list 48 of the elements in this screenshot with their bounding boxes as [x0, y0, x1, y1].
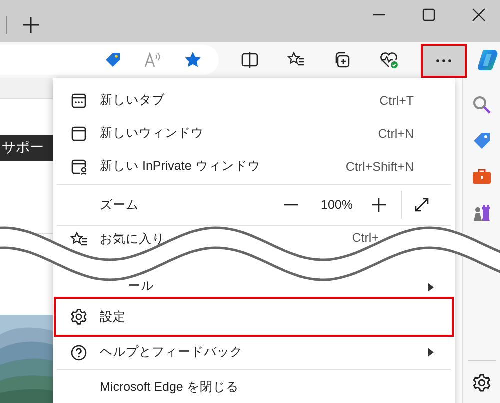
- banner-label: サポー: [0, 135, 53, 161]
- menu-item-label: ズーム: [100, 196, 139, 214]
- menu-item-label: Microsoft Edge を閉じる: [100, 378, 239, 396]
- window-icon: [70, 124, 88, 142]
- private-window-icon: [70, 158, 88, 176]
- maximize-icon[interactable]: [422, 8, 436, 22]
- zoom-level: 100%: [321, 198, 353, 212]
- shortcut-label: Ctrl+T: [380, 94, 414, 108]
- menu-item[interactable]: 新しいタブ Ctrl+T: [54, 84, 454, 117]
- tag-icon[interactable]: [104, 51, 122, 69]
- close-icon[interactable]: [472, 8, 486, 22]
- shortcut-label: Ctrl+Shift+N: [346, 160, 414, 174]
- tag-icon[interactable]: [472, 131, 492, 151]
- menu-item-label[interactable]: お気に入り: [100, 231, 165, 248]
- menu-item[interactable]: 新しい InPrivate ウィンドウ Ctrl+Shift+N: [54, 150, 454, 183]
- tab-icon: [70, 92, 88, 110]
- settings-icon[interactable]: [472, 373, 492, 393]
- shortcut-label: Ctrl+N: [378, 126, 414, 140]
- menu-item[interactable]: Microsoft Edge を閉じる: [54, 371, 454, 403]
- submenu-arrow-icon: [428, 348, 434, 357]
- menu-item-label: 設定: [100, 308, 126, 326]
- collections-icon[interactable]: [333, 51, 352, 69]
- toolbox-icon[interactable]: [472, 167, 492, 187]
- shortcut-label: Ctrl+: [352, 231, 379, 245]
- address-bar[interactable]: [0, 45, 220, 75]
- fullscreen-icon[interactable]: [414, 197, 430, 213]
- menu-item-label: 新しいウィンドウ: [100, 125, 204, 142]
- copilot-icon[interactable]: [476, 48, 500, 72]
- help-icon: [70, 344, 88, 362]
- new-tab-icon[interactable]: [22, 16, 40, 34]
- star-icon[interactable]: [184, 51, 202, 69]
- submenu-arrow-icon: [428, 283, 434, 292]
- split-screen-icon[interactable]: [241, 51, 260, 69]
- menu-item[interactable]: 新しいウィンドウ Ctrl+N: [54, 117, 454, 150]
- menu-item[interactable]: ヘルプとフィードバック: [54, 337, 454, 368]
- menu-item-label[interactable]: ール: [128, 278, 154, 295]
- menu-item-label: ヘルプとフィードバック: [100, 344, 243, 361]
- more-button[interactable]: [421, 44, 468, 78]
- zoom-in-icon[interactable]: [371, 197, 387, 213]
- health-icon[interactable]: [379, 51, 400, 69]
- menu-item[interactable]: 設定: [54, 297, 454, 337]
- menu-item-label: 新しいタブ: [100, 92, 165, 109]
- chess-pieces-icon[interactable]: [472, 203, 492, 223]
- read-aloud-icon[interactable]: [144, 51, 162, 69]
- menu-item-label: 新しい InPrivate ウィンドウ: [100, 158, 260, 175]
- more-icon: [436, 58, 452, 62]
- search-icon[interactable]: [472, 95, 492, 115]
- settings-icon: [70, 308, 88, 326]
